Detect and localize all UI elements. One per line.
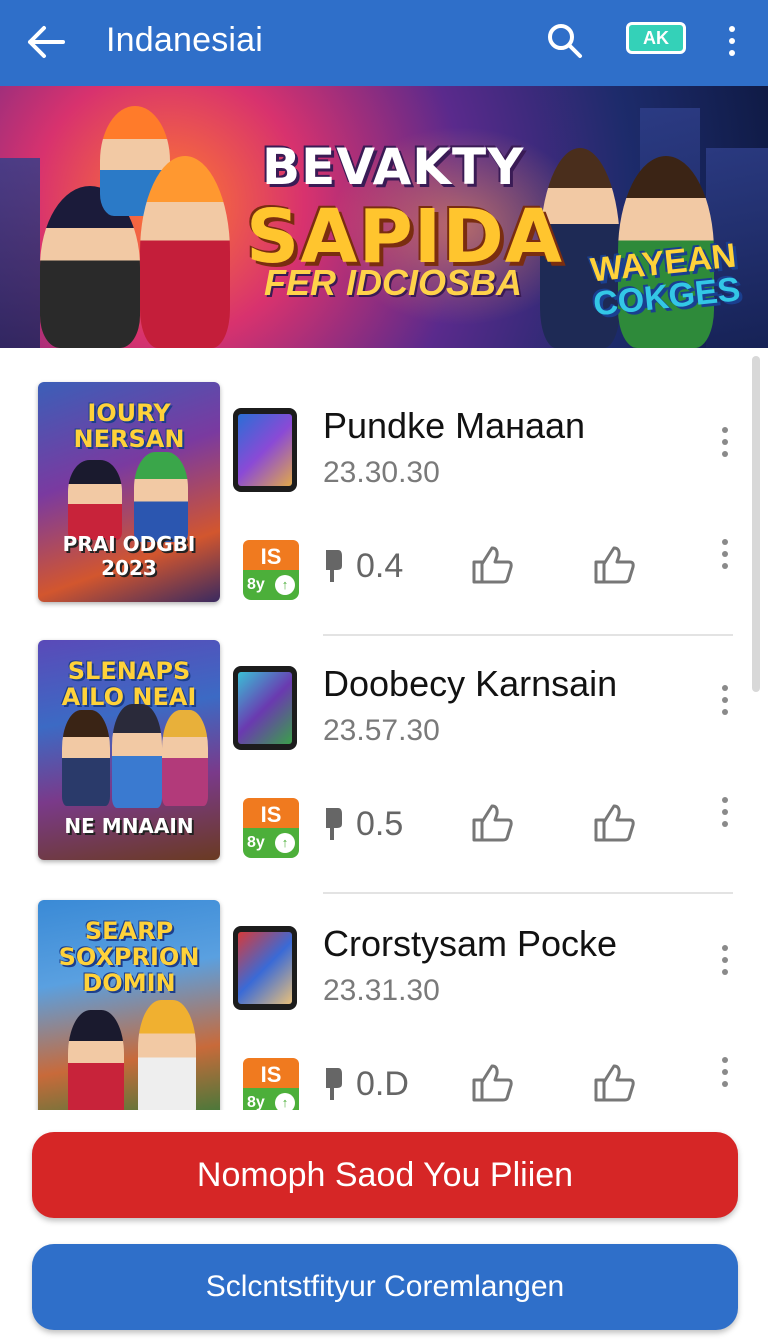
back-arrow-icon[interactable] xyxy=(24,20,68,64)
device-thumbnail xyxy=(233,666,297,750)
like-icon[interactable] xyxy=(592,544,638,586)
game-cover-image[interactable]: SEARP SOXPRION DOMIN xyxy=(38,900,220,1110)
arrow-up-icon: ↑ xyxy=(275,1093,295,1110)
banner-character xyxy=(140,156,230,348)
app-bar: Indanesiai AK xyxy=(0,0,768,86)
list-item[interactable]: SEARP SOXPRION DOMIN IS 8y ↑ Crorstysam P… xyxy=(0,866,750,1110)
banner-side-logo: WAYEAN COKGES xyxy=(587,237,743,324)
cover-subtitle: PRAI ODGBI 2023 xyxy=(62,532,196,580)
rating-age: 8y xyxy=(247,576,265,593)
like-icon[interactable] xyxy=(470,544,516,586)
like-icon[interactable] xyxy=(592,1062,638,1104)
game-name[interactable]: Crorstysam Pocke xyxy=(323,922,617,966)
game-name[interactable]: Doobecy Karnsain xyxy=(323,662,617,706)
rating-age: 8y xyxy=(247,834,265,851)
pin-icon xyxy=(326,1068,342,1100)
cover-title: SLENAPS AILO NEAI xyxy=(61,657,197,711)
secondary-action-button[interactable]: Sclcntstfityur Coremlangen xyxy=(32,1244,738,1330)
rating-label: IS xyxy=(243,798,299,832)
item-menu-icon[interactable] xyxy=(716,682,734,718)
age-rating-badge: IS 8y ↑ xyxy=(243,798,299,860)
device-thumbnail xyxy=(233,926,297,1010)
stat-count-value: 0.5 xyxy=(356,804,404,843)
game-list[interactable]: IOURY NERSAN PRAI ODGBI 2023 IS 8y ↑ Pund… xyxy=(0,348,768,1110)
stat-count: 0.4 xyxy=(322,546,403,586)
like-icon[interactable] xyxy=(470,1062,516,1104)
game-date: 23.31.30 xyxy=(323,974,440,1007)
banner-title-line1: BEVAKTY xyxy=(262,138,525,196)
item-menu-icon[interactable] xyxy=(716,536,734,572)
rating-label: IS xyxy=(243,540,299,574)
age-rating-badge: IS 8y ↑ xyxy=(243,1058,299,1110)
item-menu-icon[interactable] xyxy=(716,942,734,978)
rating-age: 8y xyxy=(247,1094,265,1110)
promo-banner[interactable]: BEVAKTY SAPIDA FER IDCIOSBA WAYEAN COKGE… xyxy=(0,86,768,348)
list-item[interactable]: SLENAPS AILO NEAI NE MNAAIN IS 8y ↑ Doobe… xyxy=(0,606,750,894)
stat-count-value: 0.D xyxy=(356,1064,409,1103)
game-name[interactable]: Pundke Mанаan xyxy=(323,404,585,448)
primary-action-button[interactable]: Nomoph Saod You Pliien xyxy=(32,1132,738,1218)
list-item[interactable]: IOURY NERSAN PRAI ODGBI 2023 IS 8y ↑ Pund… xyxy=(0,348,750,636)
age-rating-badge: IS 8y ↑ xyxy=(243,540,299,602)
cover-title: IOURY NERSAN xyxy=(73,399,185,453)
more-vert-icon[interactable] xyxy=(718,18,746,64)
item-menu-icon[interactable] xyxy=(716,1054,734,1090)
game-date: 23.57.30 xyxy=(323,714,440,747)
like-icon[interactable] xyxy=(592,802,638,844)
stat-count: 0.5 xyxy=(322,804,403,844)
device-thumbnail xyxy=(233,408,297,492)
game-cover-image[interactable]: IOURY NERSAN PRAI ODGBI 2023 xyxy=(38,382,220,602)
item-menu-icon[interactable] xyxy=(716,794,734,830)
banner-title-line3: FER IDCIOSBA xyxy=(264,262,523,303)
game-date: 23.30.30 xyxy=(323,456,440,489)
arrow-up-icon: ↑ xyxy=(275,575,295,595)
cover-subtitle: NE MNAAIN xyxy=(64,814,194,838)
page-title: Indanesiai xyxy=(106,21,264,59)
pin-icon xyxy=(326,550,342,582)
rating-label: IS xyxy=(243,1058,299,1092)
account-badge[interactable]: AK xyxy=(626,22,686,54)
stat-count: 0.D xyxy=(322,1064,409,1104)
like-icon[interactable] xyxy=(470,802,516,844)
item-menu-icon[interactable] xyxy=(716,424,734,460)
game-cover-image[interactable]: SLENAPS AILO NEAI NE MNAAIN xyxy=(38,640,220,860)
search-icon[interactable] xyxy=(542,18,588,64)
cover-title: SEARP SOXPRION DOMIN xyxy=(58,917,200,997)
scrollbar[interactable] xyxy=(752,356,760,692)
pin-icon xyxy=(326,808,342,840)
stat-count-value: 0.4 xyxy=(356,546,404,585)
arrow-up-icon: ↑ xyxy=(275,833,295,853)
